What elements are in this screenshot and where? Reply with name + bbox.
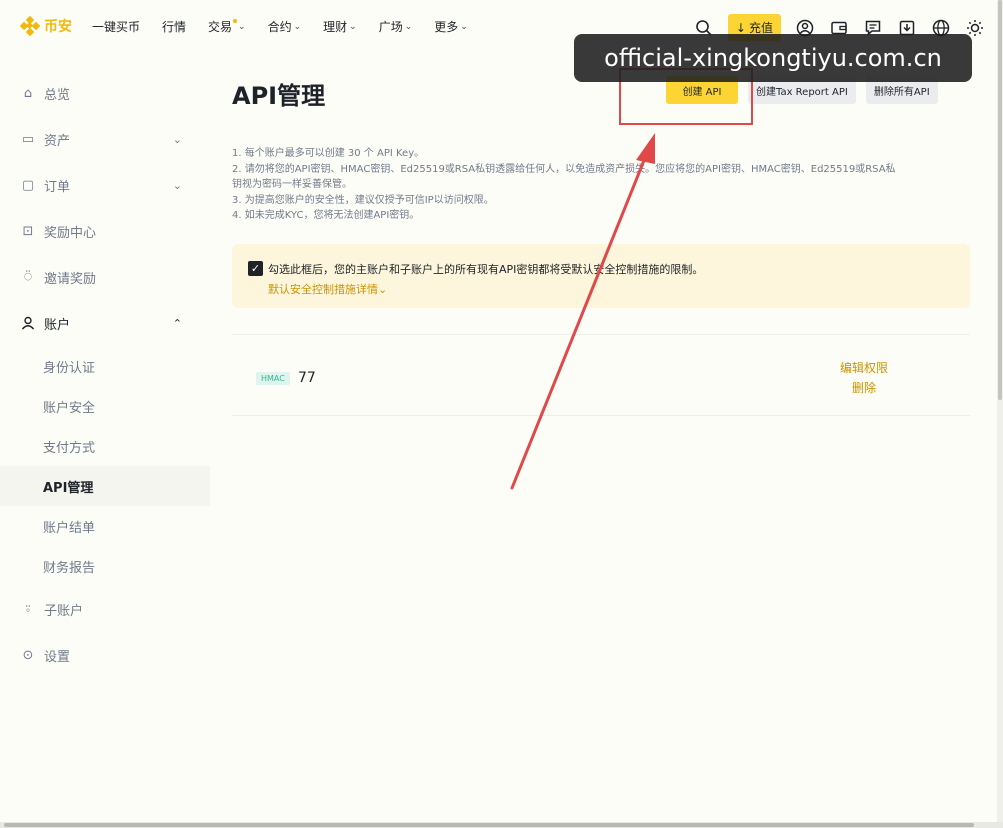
delete-api-link[interactable]: 删除 bbox=[852, 379, 876, 396]
sidebar-subitem-api-management[interactable]: API管理 bbox=[0, 466, 210, 506]
security-notice-text: 勾选此框后，您的主账户和子账户上的所有现有API密钥都将受默认安全控制措施的限制… bbox=[268, 263, 704, 276]
chevron-down-icon: ⌄ bbox=[238, 21, 246, 32]
security-details-link[interactable]: 默认安全控制措施详情⌄ bbox=[268, 281, 387, 297]
horizontal-scrollbar[interactable] bbox=[0, 822, 1003, 828]
note-line: 2. 请勿将您的API密钥、HMAC密钥、Ed25519或RSA私钥透露给任何人… bbox=[232, 163, 896, 175]
reward-icon: ⊡ bbox=[22, 223, 34, 239]
sidebar-subitem-security[interactable]: 账户安全 bbox=[0, 386, 210, 426]
sidebar-item-orders[interactable]: ▢ 订单 ⌄ bbox=[0, 162, 210, 208]
scrollbar-thumb[interactable] bbox=[4, 823, 974, 827]
main-nav: 一键买币 行情 交易 ⌄ 合约 ⌄ 理财 ⌄ 广场 ⌄ 更多 ⌄ bbox=[92, 18, 490, 35]
sidebar-subitem-reports[interactable]: 财务报告 bbox=[0, 546, 210, 586]
edit-permissions-link[interactable]: 编辑权限 bbox=[840, 359, 888, 376]
nav-item-markets[interactable]: 行情 bbox=[162, 18, 186, 35]
api-notes: 1. 每个账户最多可以创建 30 个 API Key。 2. 请勿将您的API密… bbox=[232, 146, 972, 224]
api-key-row: HMAC 77 编辑权限 删除 bbox=[232, 334, 970, 416]
chevron-down-icon: ⌄ bbox=[172, 178, 182, 192]
api-type-badge: HMAC bbox=[256, 372, 290, 385]
subaccount-icon: ⍤ bbox=[24, 601, 32, 617]
sidebar-item-referral[interactable]: ⍥ 邀请奖励 bbox=[0, 254, 210, 300]
home-icon: ⌂ bbox=[23, 85, 33, 101]
vertical-scrollbar[interactable] bbox=[997, 0, 1003, 828]
sidebar-subitem-identity[interactable]: 身份认证 bbox=[0, 346, 210, 386]
sidebar-item-account[interactable]: 账户 ⌃ bbox=[0, 300, 210, 346]
binance-logo-icon bbox=[19, 15, 41, 37]
note-line: 4. 如未完成KYC，您将无法创建API密钥。 bbox=[232, 210, 420, 221]
sidebar-subitem-payment[interactable]: 支付方式 bbox=[0, 426, 210, 466]
account-icon bbox=[20, 315, 36, 331]
chevron-up-icon: ⌃ bbox=[172, 316, 182, 330]
nav-item-futures[interactable]: 合约 ⌄ bbox=[268, 18, 302, 35]
note-line: 3. 为提高您账户的安全性，建议仅授予可信IP以访问权限。 bbox=[232, 194, 494, 206]
sidebar-item-settings[interactable]: ⊙ 设置 bbox=[0, 632, 210, 678]
nav-item-square[interactable]: 广场 ⌄ bbox=[379, 18, 413, 35]
default-security-checkbox[interactable]: ✓ bbox=[248, 261, 263, 276]
sidebar-item-assets[interactable]: ▭ 资产 ⌄ bbox=[0, 116, 210, 162]
sidebar: ⌂ 总览 ▭ 资产 ⌄ ▢ 订单 ⌄ ⊡ 奖励中心 ⍥ 邀请奖励 账户 ⌃ 身份… bbox=[0, 70, 210, 678]
watermark-overlay: official-xingkongtiyu.com.cn bbox=[574, 34, 972, 82]
chevron-down-icon: ⌄ bbox=[349, 21, 357, 32]
chevron-down-icon: ⌄ bbox=[293, 21, 302, 32]
note-line: 1. 每个账户最多可以创建 30 个 API Key。 bbox=[232, 148, 425, 159]
nav-item-more[interactable]: 更多 ⌄ bbox=[434, 18, 468, 35]
brand-name: 币安 bbox=[44, 19, 72, 35]
api-key-label: 77 bbox=[298, 370, 316, 386]
note-line: 钥视为密码一样妥善保管。 bbox=[232, 179, 352, 190]
security-control-notice: ✓ 勾选此框后，您的主账户和子账户上的所有现有API密钥都将受默认安全控制措施的… bbox=[232, 244, 970, 308]
scrollbar-thumb[interactable] bbox=[998, 0, 1002, 400]
page-title: API管理 bbox=[232, 82, 326, 110]
sidebar-item-rewards[interactable]: ⊡ 奖励中心 bbox=[0, 208, 210, 254]
nav-item-earn[interactable]: 理财 ⌄ bbox=[323, 18, 357, 35]
download-arrow-icon: ↓ bbox=[735, 20, 746, 35]
order-icon: ▢ bbox=[21, 177, 35, 193]
invite-icon: ⍥ bbox=[24, 269, 32, 285]
sidebar-subitem-statements[interactable]: 账户结单 bbox=[0, 506, 210, 546]
chevron-down-icon: ⌄ bbox=[172, 132, 182, 146]
sidebar-item-subaccount[interactable]: ⍤ 子账户 bbox=[0, 586, 210, 632]
new-dot-indicator bbox=[233, 18, 238, 23]
chevron-down-icon: ⌄ bbox=[460, 21, 468, 32]
sidebar-item-overview[interactable]: ⌂ 总览 bbox=[0, 70, 210, 116]
api-row-actions: 编辑权限 删除 bbox=[840, 359, 888, 396]
nav-item-buy[interactable]: 一键买币 bbox=[92, 18, 140, 35]
chevron-down-icon: ⌄ bbox=[404, 21, 413, 32]
wallet-icon: ▭ bbox=[21, 131, 35, 147]
brand-logo[interactable]: 币安 bbox=[19, 15, 72, 37]
nav-item-trade[interactable]: 交易 ⌄ bbox=[208, 18, 246, 35]
settings-icon: ⊙ bbox=[22, 647, 34, 663]
